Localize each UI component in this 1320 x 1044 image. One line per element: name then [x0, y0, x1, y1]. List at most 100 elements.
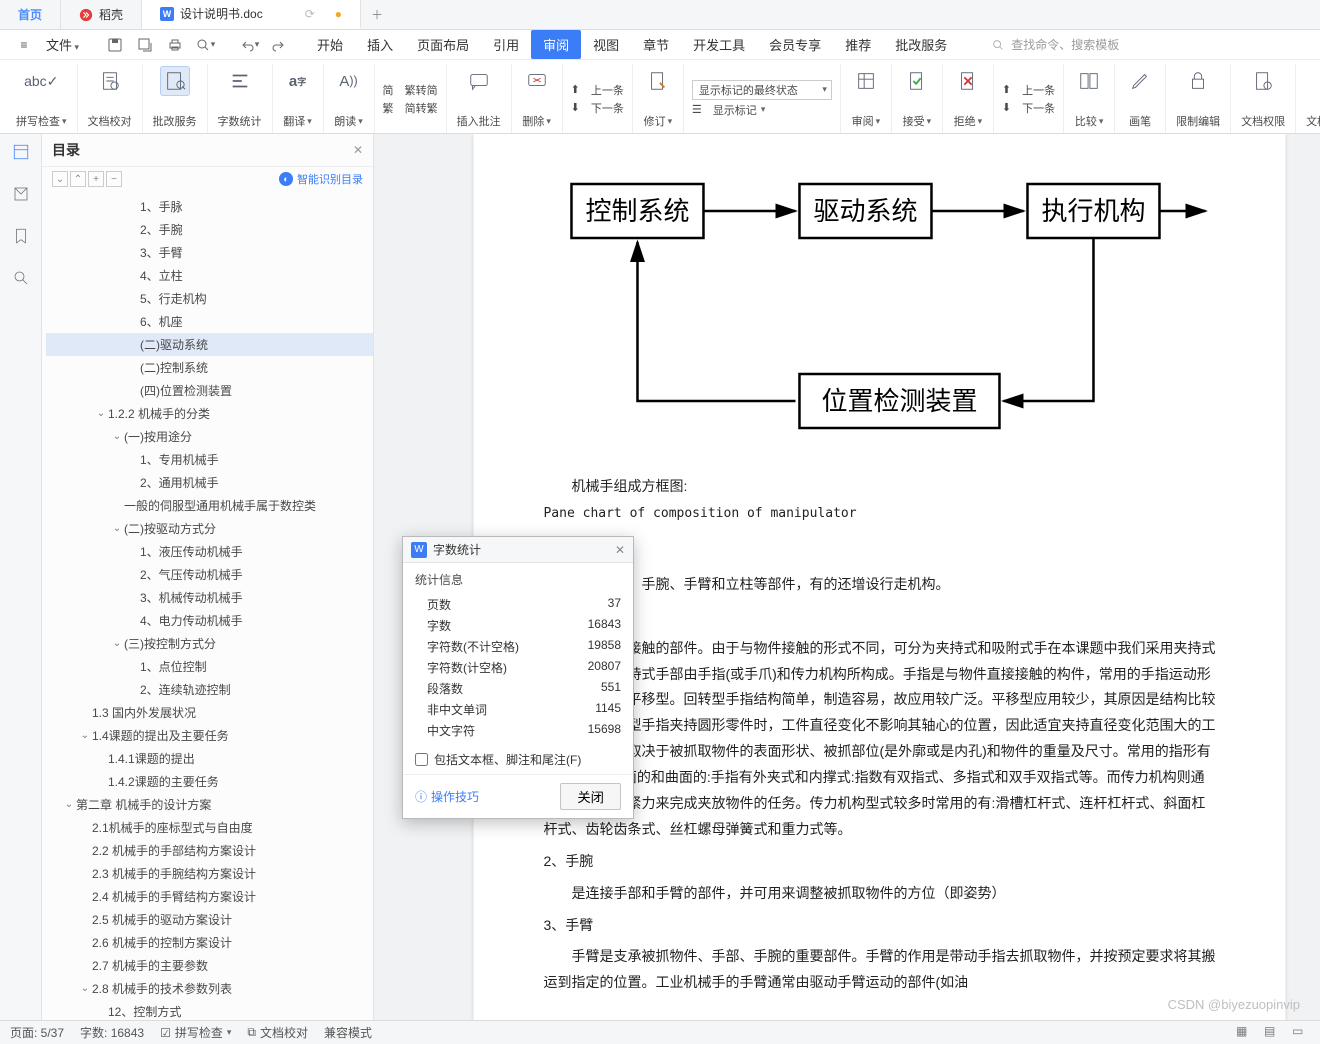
- outline-item[interactable]: (二)控制系统: [46, 356, 373, 379]
- outline-item[interactable]: ⌄2.8 机械手的技术参数列表: [46, 977, 373, 1000]
- include-footnotes-checkbox[interactable]: 包括文本框、脚注和尾注(F): [403, 745, 633, 774]
- dialog-close-button[interactable]: 关闭: [560, 783, 621, 810]
- next-comment[interactable]: ⬇ 下一条: [571, 100, 624, 116]
- rail-bookmark-icon[interactable]: [9, 224, 33, 248]
- ribbon-wordcount[interactable]: 字数统计: [208, 64, 273, 133]
- status-spellcheck[interactable]: ☑拼写检查▾: [160, 1024, 231, 1041]
- undo-icon[interactable]: ▾: [235, 34, 263, 56]
- status-proof[interactable]: ⧉文档校对: [247, 1024, 308, 1041]
- outline-item[interactable]: 2.4 机械手的手臂结构方案设计: [46, 885, 373, 908]
- dialog-tip-link[interactable]: ⓘ操作技巧: [415, 788, 479, 805]
- ribbon-tab-reco[interactable]: 推荐: [833, 30, 883, 59]
- outline-item[interactable]: 1.4.1课题的提出: [46, 747, 373, 770]
- ribbon-reject[interactable]: 拒绝▾: [943, 64, 994, 133]
- outline-item[interactable]: 1.4.2课题的主要任务: [46, 770, 373, 793]
- outline-item[interactable]: 3、手臂: [46, 241, 373, 264]
- ribbon-translate[interactable]: a字翻译▾: [273, 64, 324, 133]
- ribbon-doccheck[interactable]: 文档校对: [78, 64, 143, 133]
- outline-list[interactable]: 1、手脉2、手腕3、手臂4、立柱5、行走机构6、机座(二)驱动系统(二)控制系统…: [42, 191, 373, 1020]
- dialog-close-icon[interactable]: ✕: [615, 543, 625, 557]
- view-print-icon[interactable]: ▦: [1236, 1024, 1254, 1042]
- outline-item[interactable]: 1、专用机械手: [46, 448, 373, 471]
- redo-icon[interactable]: [265, 34, 293, 56]
- ribbon-tab-chapter[interactable]: 章节: [631, 30, 681, 59]
- status-page[interactable]: 页面: 5/37: [10, 1024, 64, 1041]
- ribbon-track[interactable]: 修订▾: [633, 64, 684, 133]
- outline-item[interactable]: 2.7 机械手的主要参数: [46, 954, 373, 977]
- ribbon-tab-view[interactable]: 视图: [581, 30, 631, 59]
- status-wordcount[interactable]: 字数: 16843: [80, 1024, 144, 1041]
- outline-item[interactable]: ⌄(一)按用途分: [46, 425, 373, 448]
- outline-item[interactable]: 一般的伺服型通用机械手属于数控类: [46, 494, 373, 517]
- outline-item[interactable]: ⌄第二章 机械手的设计方案: [46, 793, 373, 816]
- outline-expand-all[interactable]: ⌃: [70, 171, 86, 187]
- show-marks[interactable]: ☰ 显示标记▾: [692, 102, 832, 118]
- outline-item[interactable]: 2.6 机械手的控制方案设计: [46, 931, 373, 954]
- dialog-titlebar[interactable]: W字数统计 ✕: [403, 537, 633, 563]
- outline-minus[interactable]: −: [106, 171, 122, 187]
- outline-item[interactable]: 12、控制方式: [46, 1000, 373, 1020]
- next-change[interactable]: ⬇ 下一条: [1002, 100, 1055, 116]
- rail-search-icon[interactable]: [9, 266, 33, 290]
- view-outline-icon[interactable]: ▤: [1264, 1024, 1282, 1042]
- outline-item[interactable]: 1.3 国内外发展状况: [46, 701, 373, 724]
- tab-home[interactable]: 首页: [0, 0, 61, 29]
- print-icon[interactable]: [161, 34, 189, 56]
- ribbon-tab-layout[interactable]: 页面布局: [405, 30, 481, 59]
- ribbon-compare[interactable]: 比较▾: [1064, 64, 1115, 133]
- ribbon-pen[interactable]: 画笔: [1115, 64, 1166, 133]
- checkbox-input[interactable]: [415, 753, 428, 766]
- outline-item[interactable]: 1、点位控制: [46, 655, 373, 678]
- outline-item[interactable]: ⌄1.2.2 机械手的分类: [46, 402, 373, 425]
- ribbon-perm[interactable]: 文档权限: [1231, 64, 1296, 133]
- ribbon-tab-review[interactable]: 审阅: [531, 30, 581, 59]
- outline-item[interactable]: 2.5 机械手的驱动方案设计: [46, 908, 373, 931]
- prev-change[interactable]: ⬆ 上一条: [1002, 82, 1055, 98]
- outline-item[interactable]: 2、气压传动机械手: [46, 563, 373, 586]
- file-menu[interactable]: 文件 ▾: [40, 35, 85, 54]
- outline-item[interactable]: 2.2 机械手的手部结构方案设计: [46, 839, 373, 862]
- outline-item[interactable]: 6、机座: [46, 310, 373, 333]
- tab-sync-icon[interactable]: ⟳: [305, 7, 315, 21]
- rail-outline-icon[interactable]: [9, 140, 33, 164]
- ribbon-tab-dev[interactable]: 开发工具: [681, 30, 757, 59]
- outline-plus[interactable]: +: [88, 171, 104, 187]
- outline-item[interactable]: 1、手脉: [46, 195, 373, 218]
- outline-item[interactable]: 4、电力传动机械手: [46, 609, 373, 632]
- ribbon-read[interactable]: A))朗读▾: [324, 64, 375, 133]
- fan2jian[interactable]: 简 繁转简: [383, 82, 438, 98]
- outline-item[interactable]: 2、手腕: [46, 218, 373, 241]
- ribbon-tab-start[interactable]: 开始: [305, 30, 355, 59]
- view-web-icon[interactable]: ▭: [1292, 1024, 1310, 1042]
- outline-item[interactable]: ⌄(二)按驱动方式分: [46, 517, 373, 540]
- ribbon-tab-ref[interactable]: 引用: [481, 30, 531, 59]
- tab-document[interactable]: W 设计说明书.doc ⟳ ●: [142, 0, 361, 29]
- jian2fan[interactable]: 繁 简转繁: [383, 100, 438, 116]
- print-preview-icon[interactable]: ▾: [191, 34, 219, 56]
- outline-item[interactable]: 1、液压传动机械手: [46, 540, 373, 563]
- ribbon-tab-insert[interactable]: 插入: [355, 30, 405, 59]
- save-as-icon[interactable]: [131, 34, 159, 56]
- prev-comment[interactable]: ⬆ 上一条: [571, 82, 624, 98]
- outline-item[interactable]: 2、连续轨迹控制: [46, 678, 373, 701]
- ribbon-review-pane[interactable]: 审阅▾: [841, 64, 892, 133]
- ribbon-auth[interactable]: 文档认证: [1296, 64, 1320, 133]
- ribbon-correct[interactable]: 批改服务: [143, 64, 208, 133]
- ribbon-insert-comment[interactable]: 插入批注: [447, 64, 512, 133]
- outline-item[interactable]: 5、行走机构: [46, 287, 373, 310]
- rail-nav-icon[interactable]: [9, 182, 33, 206]
- hamburger-icon[interactable]: ≡: [10, 34, 38, 56]
- outline-collapse-all[interactable]: ⌄: [52, 171, 68, 187]
- smart-outline-link[interactable]: ◐ 智能识别目录: [279, 171, 363, 187]
- outline-item[interactable]: 2.3 机械手的手腕结构方案设计: [46, 862, 373, 885]
- ribbon-tab-vip[interactable]: 会员专享: [757, 30, 833, 59]
- outline-item[interactable]: 2、通用机械手: [46, 471, 373, 494]
- save-icon[interactable]: [101, 34, 129, 56]
- outline-close-icon[interactable]: ✕: [353, 143, 363, 157]
- outline-item[interactable]: 2.1机械手的座标型式与自由度: [46, 816, 373, 839]
- ribbon-tab-correct[interactable]: 批改服务: [883, 30, 959, 59]
- outline-item[interactable]: ⌄(三)按控制方式分: [46, 632, 373, 655]
- track-display-combo[interactable]: 显示标记的最终状态▾: [692, 80, 832, 100]
- outline-item[interactable]: 4、立柱: [46, 264, 373, 287]
- tab-daoke[interactable]: 稻壳: [61, 0, 142, 29]
